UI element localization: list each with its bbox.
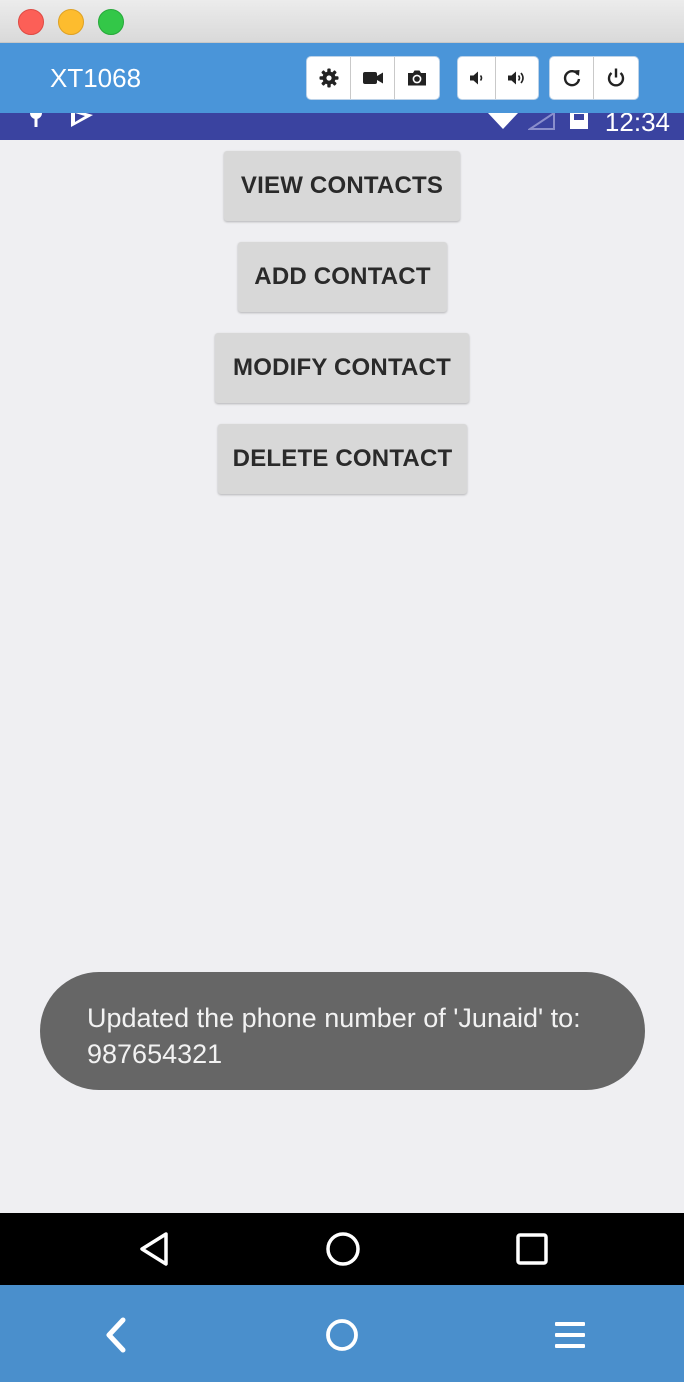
maximize-icon[interactable] — [98, 9, 124, 35]
power-icon[interactable] — [594, 57, 638, 99]
device-button-group — [549, 56, 639, 100]
emulator-window: XT1068 12:34 VIEW CONTACTS ADD CONTACT M… — [0, 0, 684, 1382]
toast-line-1: Updated the phone number of 'Junaid' to: — [87, 1003, 581, 1033]
volume-button-group — [457, 56, 539, 100]
window-title-bar — [0, 0, 684, 43]
delete-contact-button[interactable]: DELETE CONTACT — [218, 424, 467, 494]
video-camera-icon[interactable] — [351, 57, 395, 99]
signal-icon — [528, 113, 555, 130]
toast-message: Updated the phone number of 'Junaid' to:… — [40, 972, 645, 1090]
battery-icon — [570, 113, 588, 129]
back-chevron-icon[interactable] — [86, 1305, 146, 1365]
status-time: 12:34 — [604, 113, 670, 137]
android-status-bar: 12:34 — [0, 113, 684, 140]
camera-icon[interactable] — [395, 57, 439, 99]
gear-icon[interactable] — [307, 57, 351, 99]
close-icon[interactable] — [18, 9, 44, 35]
capture-button-group — [306, 56, 440, 100]
play-store-icon — [71, 113, 93, 127]
emulator-toolbar: XT1068 — [0, 43, 684, 113]
app-screen: VIEW CONTACTS ADD CONTACT MODIFY CONTACT… — [0, 140, 684, 1213]
home-circle-icon[interactable] — [313, 1213, 373, 1285]
device-title: XT1068 — [50, 63, 142, 93]
volume-down-icon[interactable] — [458, 57, 496, 99]
location-icon — [30, 113, 42, 127]
modify-contact-button[interactable]: MODIFY CONTACT — [215, 333, 469, 403]
minimize-icon[interactable] — [58, 9, 84, 35]
menu-icon[interactable] — [540, 1305, 600, 1365]
volume-up-icon[interactable] — [496, 57, 538, 99]
view-contacts-button[interactable]: VIEW CONTACTS — [224, 151, 460, 221]
back-triangle-icon[interactable] — [124, 1213, 184, 1285]
rotate-icon[interactable] — [550, 57, 594, 99]
emulator-bottom-bar — [0, 1285, 684, 1382]
android-nav-bar — [0, 1213, 684, 1285]
toast-line-2: 987654321 — [87, 1039, 223, 1069]
wifi-icon — [488, 113, 518, 129]
home-icon[interactable] — [312, 1305, 372, 1365]
add-contact-button[interactable]: ADD CONTACT — [238, 242, 447, 312]
recents-square-icon[interactable] — [502, 1213, 562, 1285]
